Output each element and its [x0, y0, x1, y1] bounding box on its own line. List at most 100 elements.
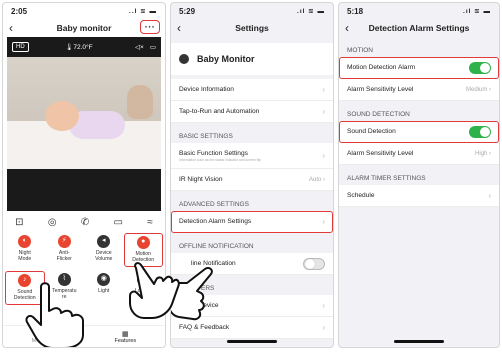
- chevron-right-icon: ›: [322, 301, 325, 310]
- row-subtitle: Information such as the status indicator…: [179, 157, 261, 162]
- status-time: 5:18: [347, 6, 364, 16]
- row-label: Tap-to-Run and Automation: [179, 108, 260, 115]
- nav-bar: ‹ Detection Alarm Settings: [339, 19, 499, 37]
- sound-detection-row[interactable]: Sound Detection: [339, 121, 499, 143]
- feature-device-volume[interactable]: ◂ Device Volume: [84, 233, 124, 267]
- status-bar: 5:29 .ıl ≋ ▬: [171, 3, 333, 19]
- sound-detection-toggle[interactable]: [469, 125, 491, 138]
- back-icon[interactable]: ‹: [9, 21, 23, 35]
- row-label: Basic Function Settings: [179, 149, 248, 157]
- status-bar: 2:05 ..l ≋ ▬: [3, 3, 165, 19]
- chevron-right-icon: ›: [322, 151, 325, 160]
- section-sound-detection: SOUND DETECTION: [347, 111, 410, 118]
- temperature-readout: 🌡72.0°F: [65, 44, 93, 51]
- device-information-row[interactable]: Device Information ›: [171, 79, 333, 101]
- feature-night-mode[interactable]: ◐ Night Mode: [5, 233, 45, 267]
- fullscreen-icon[interactable]: ▭: [150, 44, 156, 51]
- anti-flicker-icon: ⚡: [57, 235, 71, 248]
- back-icon[interactable]: ‹: [345, 21, 359, 35]
- row-label: Alarm Sensitivity Level: [347, 86, 414, 93]
- camera-overlay: HD 🌡72.0°F ◁× ▭: [12, 42, 156, 52]
- section-offline-notification: OFFLINE NOTIFICATION: [179, 243, 254, 250]
- row-label: FAQ & Feedback: [179, 324, 230, 331]
- expand-icon[interactable]: ≈: [147, 217, 153, 228]
- ir-night-vision-row[interactable]: IR Night Vision Auto ›: [171, 169, 333, 191]
- light-icon: ◉: [97, 273, 111, 286]
- ir-value: Auto ›: [308, 176, 325, 183]
- row-label: Detection Alarm Settings: [179, 218, 252, 225]
- chevron-right-icon: ›: [488, 191, 491, 200]
- mute-icon[interactable]: ◁×: [135, 44, 144, 51]
- screenshot-icon[interactable]: ⊡: [15, 217, 23, 228]
- camera-controls: ◁× ▭: [129, 43, 156, 51]
- sensitivity-value: Medium ›: [465, 86, 491, 93]
- ir-value-text: Auto: [308, 176, 322, 183]
- nav-bar: ‹ Baby monitor ···: [3, 19, 165, 37]
- page-title: Settings: [235, 23, 269, 33]
- tab-features[interactable]: ▦ Features: [114, 330, 136, 344]
- home-indicator: [227, 340, 277, 343]
- night-mode-icon: ◐: [18, 235, 32, 248]
- feature-label: Light: [98, 288, 110, 294]
- detection-alarm-settings-row[interactable]: Detection Alarm Settings ›: [171, 211, 333, 233]
- teddy-shape: [127, 85, 153, 119]
- tab-label: Features: [114, 337, 137, 344]
- section-motion: MOTION: [347, 47, 373, 54]
- signal-icon: ..l ≋ ▬: [129, 8, 157, 15]
- signal-icon: .ıl ≋ ▬: [297, 8, 325, 15]
- camera-feed[interactable]: HD 🌡72.0°F ◁× ▭: [7, 37, 161, 211]
- row-label: IR Night Vision: [179, 176, 223, 183]
- detection-alarm-settings-screen: 5:18 .ıl ≋ ▬ ‹ Detection Alarm Settings …: [338, 2, 500, 348]
- feature-label: Night Mode: [18, 250, 32, 263]
- chevron-right-icon: ›: [322, 107, 325, 116]
- tap-to-run-row[interactable]: Tap-to-Run and Automation ›: [171, 101, 333, 123]
- row-label: Sound Detection: [347, 128, 396, 135]
- row-label: Motion Detection Alarm: [347, 64, 416, 71]
- hd-button[interactable]: HD: [12, 42, 29, 52]
- pointing-hand-icon: [25, 282, 84, 347]
- talk-icon[interactable]: ✆: [81, 217, 89, 228]
- record-icon[interactable]: ▭: [114, 217, 123, 228]
- camera-icon[interactable]: ◎: [48, 217, 57, 228]
- schedule-row[interactable]: Schedule ›: [339, 185, 499, 207]
- feature-anti-flicker[interactable]: ⚡ Anti- Flicker: [45, 233, 85, 267]
- home-indicator: [394, 340, 444, 343]
- page-title: Detection Alarm Settings: [368, 23, 470, 33]
- settings-screen: 5:29 .ıl ≋ ▬ ‹ Settings Baby Monitor Dev…: [170, 2, 334, 348]
- device-camera-icon: [179, 54, 189, 64]
- offline-notification-toggle[interactable]: [303, 257, 325, 270]
- status-bar: 5:18 .ıl ≋ ▬: [339, 3, 499, 19]
- sensitivity-value-text: Medium: [465, 86, 488, 93]
- device-name: Baby Monitor: [197, 54, 255, 64]
- more-options-button[interactable]: ···: [140, 20, 160, 34]
- device-header[interactable]: Baby Monitor: [171, 43, 333, 75]
- sound-sensitivity-row[interactable]: Alarm Sensitivity Level High ›: [339, 143, 499, 165]
- sensitivity-value-text: High: [474, 150, 488, 157]
- features-icon: ▦: [122, 330, 129, 338]
- row-label: Schedule: [347, 192, 375, 199]
- row-label: Alarm Sensitivity Level: [347, 150, 414, 157]
- temperature-value: 72.0°F: [73, 44, 93, 51]
- back-icon[interactable]: ‹: [177, 21, 191, 35]
- motion-detection-alarm-row[interactable]: Motion Detection Alarm: [339, 57, 499, 79]
- section-basic-settings: BASIC SETTINGS: [179, 133, 233, 140]
- nav-bar: ‹ Settings: [171, 19, 333, 37]
- row-text: Basic Function Settings Information such …: [179, 150, 261, 162]
- motion-icon: ●: [136, 236, 150, 249]
- motion-alarm-toggle[interactable]: [469, 61, 491, 74]
- feature-label: Device Volume: [95, 250, 113, 263]
- motion-sensitivity-row[interactable]: Alarm Sensitivity Level Medium ›: [339, 79, 499, 101]
- section-advanced-settings: ADVANCED SETTINGS: [179, 201, 249, 208]
- control-row: ⊡ ◎ ✆ ▭ ≈: [3, 211, 165, 233]
- row-label: Device Information: [179, 86, 234, 93]
- chevron-right-icon: ›: [322, 323, 325, 332]
- status-time: 2:05: [11, 6, 28, 16]
- sensitivity-value: High ›: [474, 150, 491, 157]
- signal-icon: .ıl ≋ ▬: [463, 8, 491, 15]
- chevron-right-icon: ›: [322, 85, 325, 94]
- basic-function-row[interactable]: Basic Function Settings Information such …: [171, 143, 333, 169]
- camera-image: [7, 57, 161, 169]
- status-time: 5:29: [179, 6, 196, 16]
- pointing-hand-icon: [129, 262, 180, 319]
- baby-head-shape: [45, 101, 79, 131]
